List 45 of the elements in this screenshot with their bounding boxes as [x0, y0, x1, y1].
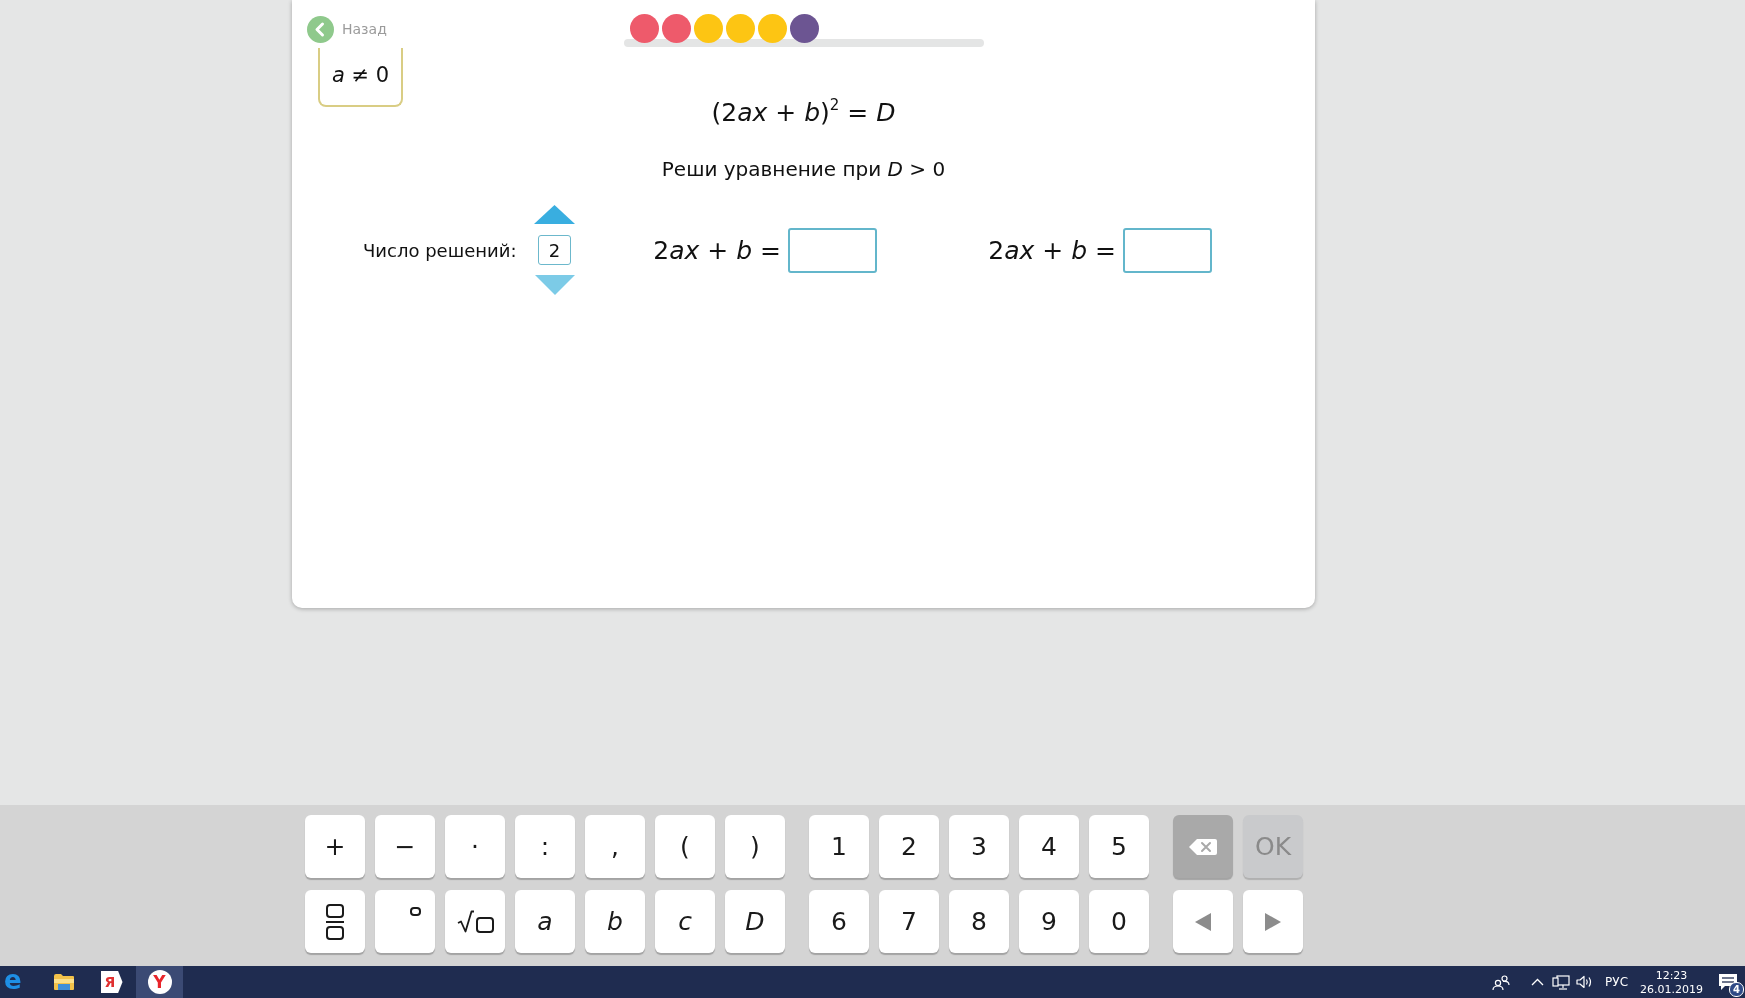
keyboard-key[interactable]: c: [655, 890, 715, 953]
solutions-label: Число решений:: [363, 239, 517, 261]
taskbar-button[interactable]: e: [0, 966, 39, 998]
keyboard-key[interactable]: 8: [949, 890, 1009, 953]
language-indicator[interactable]: РУС: [1605, 975, 1628, 989]
keyboard-key[interactable]: 9: [1019, 890, 1079, 953]
condition-note: a ≠ 0: [318, 48, 403, 107]
folder-icon[interactable]: [52, 973, 75, 991]
keyboard-key[interactable]: [305, 890, 365, 953]
keyboard-key[interactable]: +: [305, 815, 365, 878]
count-field[interactable]: 2: [538, 235, 571, 265]
keyboard-key[interactable]: 1: [809, 815, 869, 878]
taskbar-button[interactable]: Я: [88, 966, 135, 998]
keyboard-key[interactable]: b: [585, 890, 645, 953]
square-root-icon[interactable]: [456, 910, 494, 933]
keyboard-key[interactable]: :: [515, 815, 575, 878]
keyboard-key[interactable]: ,: [585, 815, 645, 878]
keyboard-key[interactable]: ): [725, 815, 785, 878]
keyboard-key[interactable]: 4: [1019, 815, 1079, 878]
keyboard-key[interactable]: 5: [1089, 815, 1149, 878]
equation-text: 2ax + b =: [988, 235, 1116, 265]
instruction-text: Реши уравнение при D > 0: [661, 156, 946, 182]
keyboard-key[interactable]: 6: [809, 890, 869, 953]
superscript-box-icon[interactable]: [410, 907, 421, 916]
right-triangle-icon[interactable]: [1265, 912, 1281, 931]
keyboard-key[interactable]: −: [375, 815, 435, 878]
keyboard-key[interactable]: 2: [879, 815, 939, 878]
keyboard-key[interactable]: a: [515, 890, 575, 953]
chevron-up-icon[interactable]: [1531, 978, 1545, 986]
equation-text: 2ax + b =: [653, 235, 781, 265]
left-triangle-icon[interactable]: [1195, 912, 1211, 931]
taskbar-button[interactable]: Y: [136, 966, 183, 998]
formula: (2ax + b)$^{2}$ = D: [711, 97, 896, 129]
keyboard-key[interactable]: 7: [879, 890, 939, 953]
keyboard-key[interactable]: 0: [1089, 890, 1149, 953]
people-icon[interactable]: [1492, 974, 1511, 990]
keyboard-key[interactable]: 3: [949, 815, 1009, 878]
keyboard-key[interactable]: ·: [445, 815, 505, 878]
keyboard-key[interactable]: (: [655, 815, 715, 878]
fraction-icon[interactable]: [326, 903, 344, 940]
clock-button[interactable]: 12:23 26.01.2019: [1640, 967, 1703, 997]
keyboard-key[interactable]: D: [725, 890, 785, 953]
keyboard-key[interactable]: [445, 890, 505, 953]
monitor-icon[interactable]: [1552, 974, 1571, 990]
count-badge: 4: [1729, 982, 1744, 997]
